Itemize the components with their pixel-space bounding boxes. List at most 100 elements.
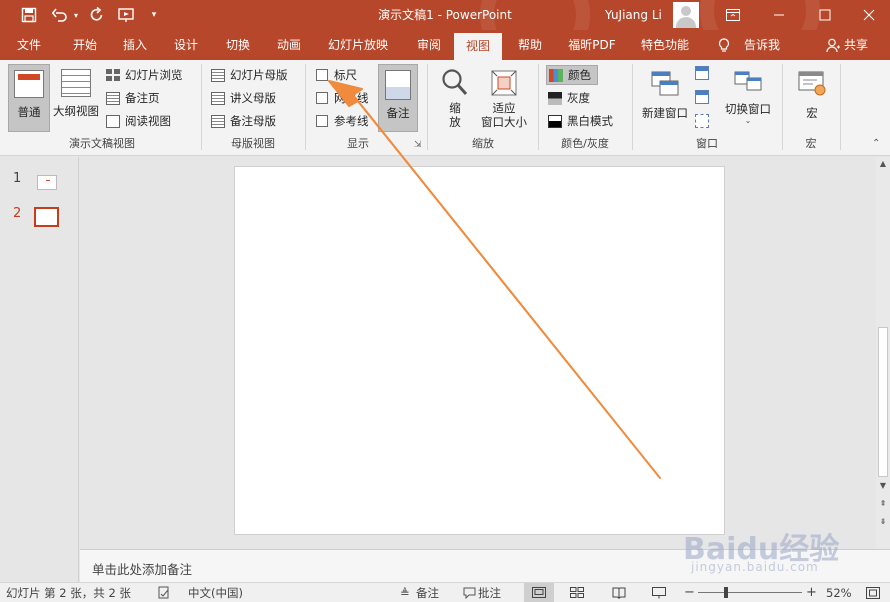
show-dialog-launcher-icon[interactable]: ⇲ xyxy=(414,140,422,150)
slide-sorter-button[interactable]: 幻灯片浏览 xyxy=(106,65,183,85)
tab-foxit-pdf[interactable]: 福昕PDF xyxy=(560,30,624,60)
lightbulb-icon xyxy=(718,38,730,52)
slide-thumbnail-2[interactable] xyxy=(34,207,59,227)
slide-master-button[interactable]: 幻灯片母版 xyxy=(211,65,288,85)
share-button[interactable]: 共享 xyxy=(844,30,868,60)
normal-view-button[interactable]: 普通 xyxy=(8,64,50,132)
black-white-mode-button[interactable]: 黑白模式 xyxy=(548,111,613,131)
redo-icon[interactable] xyxy=(86,0,108,30)
previous-slide-icon[interactable]: ⇞ xyxy=(876,497,890,511)
spelling-check-icon[interactable] xyxy=(158,583,170,602)
maximize-icon[interactable] xyxy=(802,0,848,30)
notes-toggle-button[interactable]: 备注 xyxy=(378,64,418,132)
slide-show-status-icon[interactable] xyxy=(652,583,666,602)
zoom-level[interactable]: 52% xyxy=(826,583,852,602)
collapse-ribbon-icon[interactable]: ⌃ xyxy=(872,138,880,149)
group-separator xyxy=(840,64,841,150)
reading-view-status-icon[interactable] xyxy=(612,583,626,602)
macros-group-label: 宏 xyxy=(805,137,817,150)
customize-quick-access-icon[interactable]: ▾ xyxy=(146,0,162,30)
tab-insert[interactable]: 插入 xyxy=(112,30,158,60)
ruler-checkbox[interactable]: 标尺 xyxy=(316,65,357,85)
reading-view-button[interactable]: 阅读视图 xyxy=(106,111,171,131)
color-mode-label: 颜色 xyxy=(568,68,591,82)
scrollbar-thumb[interactable] xyxy=(878,327,888,477)
macros-button[interactable]: 宏 xyxy=(792,64,832,132)
gridlines-checkbox[interactable]: 网格线 xyxy=(316,88,369,108)
zoom-slider[interactable] xyxy=(698,583,802,602)
tab-animations[interactable]: 动画 xyxy=(266,30,312,60)
notes-master-label: 备注母版 xyxy=(230,114,276,128)
slide-master-label: 幻灯片母版 xyxy=(230,68,288,82)
tab-slide-show[interactable]: 幻灯片放映 xyxy=(322,30,394,60)
present-from-start-icon[interactable] xyxy=(114,0,140,30)
slide-sorter-status-icon[interactable] xyxy=(570,583,584,602)
scroll-up-icon[interactable]: ▲ xyxy=(876,157,890,171)
slide-master-icon xyxy=(211,68,225,82)
fit-to-window-button[interactable]: 适应 窗口大小 xyxy=(476,64,532,132)
save-icon[interactable] xyxy=(14,0,44,30)
outline-view-label: 大纲视图 xyxy=(53,104,99,118)
tab-view[interactable]: 视图 xyxy=(454,33,502,60)
zoom-slider-knob[interactable] xyxy=(723,587,728,598)
zoom-magnifier-icon xyxy=(442,69,468,95)
vertical-scrollbar[interactable]: ▲ ▼ ⇞ ⇟ xyxy=(876,157,890,549)
switch-window-icon xyxy=(734,71,762,91)
undo-dropdown-icon[interactable]: ▾ xyxy=(70,0,82,30)
notes-placeholder[interactable]: 单击此处添加备注 xyxy=(92,559,192,578)
normal-view-label: 普通 xyxy=(17,105,41,119)
tab-special-features[interactable]: 特色功能 xyxy=(634,30,696,60)
tell-me-box[interactable]: 告诉我 xyxy=(744,30,780,60)
comments-status-button[interactable]: 批注 xyxy=(478,583,501,602)
guides-checkbox[interactable]: 参考线 xyxy=(316,111,369,131)
tab-file[interactable]: 文件 xyxy=(6,30,52,60)
notes-master-button[interactable]: 备注母版 xyxy=(211,111,276,131)
handout-master-label: 讲义母版 xyxy=(230,91,276,105)
normal-view-status-icon[interactable] xyxy=(524,583,554,602)
tab-help[interactable]: 帮助 xyxy=(507,30,553,60)
handout-master-icon xyxy=(211,91,225,105)
user-name[interactable]: YuJiang Li xyxy=(605,0,662,30)
scroll-down-icon[interactable]: ▼ xyxy=(876,479,890,493)
slide-sorter-label: 幻灯片浏览 xyxy=(125,68,183,82)
notes-status-button[interactable]: 备注 xyxy=(416,583,439,602)
zoom-out-button[interactable]: − xyxy=(684,583,695,602)
gridlines-checkbox-box[interactable] xyxy=(316,92,328,104)
current-slide[interactable] xyxy=(234,166,725,535)
title-decoration xyxy=(480,0,590,30)
switch-window-button[interactable]: 切换窗口 ⌄ xyxy=(720,64,776,132)
notes-status-icon[interactable]: ≜ xyxy=(400,583,410,602)
language-status[interactable]: 中文(中国) xyxy=(188,583,243,602)
comments-status-icon[interactable] xyxy=(463,583,476,602)
tab-home[interactable]: 开始 xyxy=(62,30,108,60)
arrange-all-icon[interactable] xyxy=(695,66,709,80)
tab-transitions[interactable]: 切换 xyxy=(215,30,261,60)
outline-view-button[interactable]: 大纲视图 xyxy=(50,64,102,132)
ribbon-display-options-icon[interactable] xyxy=(710,0,756,30)
close-icon[interactable] xyxy=(846,0,890,30)
guides-checkbox-box[interactable] xyxy=(316,115,328,127)
zoom-button[interactable]: 缩 放 xyxy=(435,64,475,132)
handout-master-button[interactable]: 讲义母版 xyxy=(211,88,276,108)
avatar[interactable] xyxy=(673,2,699,28)
minimize-icon[interactable] xyxy=(756,0,802,30)
move-split-icon[interactable] xyxy=(695,114,709,128)
grayscale-mode-button[interactable]: 灰度 xyxy=(548,88,590,108)
new-window-button[interactable]: 新建窗口 xyxy=(638,64,692,132)
notes-page-button[interactable]: 备注页 xyxy=(106,88,160,108)
cascade-icon[interactable] xyxy=(695,90,709,104)
slide-count-status: 幻灯片 第 2 张，共 2 张 xyxy=(6,586,131,600)
next-slide-icon[interactable]: ⇟ xyxy=(876,515,890,529)
thumbnail-number: 1 xyxy=(13,171,22,186)
zoom-in-button[interactable]: + xyxy=(806,583,817,602)
slide-thumbnail-1[interactable] xyxy=(37,175,57,190)
share-person-icon[interactable] xyxy=(826,38,840,53)
color-mode-button[interactable]: 颜色 xyxy=(546,65,598,85)
tab-review[interactable]: 审阅 xyxy=(406,30,452,60)
tab-design[interactable]: 设计 xyxy=(163,30,209,60)
baidu-watermark: Baidu经验 jingyan.baidu.com xyxy=(683,520,863,580)
color-grayscale-group-label: 颜色/灰度 xyxy=(561,137,609,150)
undo-icon[interactable] xyxy=(48,0,72,30)
ruler-checkbox-box[interactable] xyxy=(316,69,328,81)
fit-slide-to-window-icon[interactable] xyxy=(866,583,880,602)
